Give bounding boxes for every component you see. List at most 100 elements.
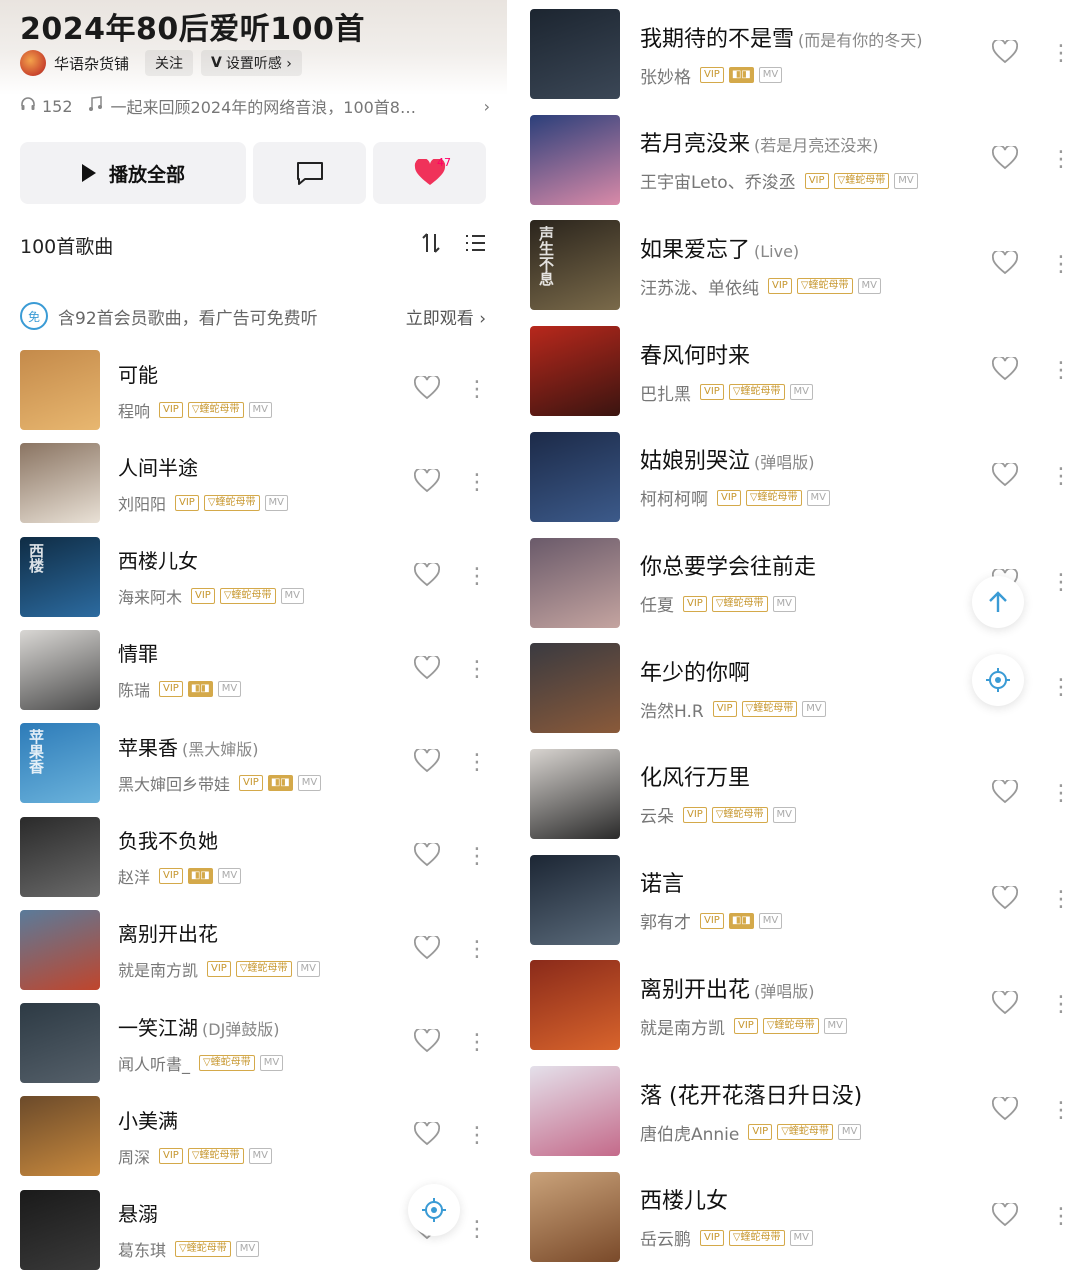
mv-badge[interactable]: MV xyxy=(894,172,918,189)
song-row[interactable]: 情罪 陈瑞 VIP ◧◨ MV ⋮ xyxy=(20,629,488,710)
artist-name[interactable]: 程响 xyxy=(118,398,150,422)
album-cover[interactable] xyxy=(20,816,100,897)
mv-badge[interactable]: MV xyxy=(857,278,881,295)
album-cover[interactable]: 西楼 xyxy=(20,536,100,617)
mv-badge[interactable]: MV xyxy=(837,1124,862,1140)
artist-name[interactable]: 黑大婶回乡带娃 xyxy=(118,771,230,795)
album-cover[interactable]: 声生不息 xyxy=(530,220,620,311)
song-row[interactable]: 西楼儿女 岳云鹏 VIP ▽蝰蛇母带 MV ⋮ xyxy=(530,1171,1072,1263)
heart-outline-icon[interactable] xyxy=(413,934,441,964)
album-cover[interactable] xyxy=(530,9,620,99)
more-options-icon[interactable]: ⋮ xyxy=(1050,888,1072,911)
more-options-icon[interactable]: ⋮ xyxy=(1050,148,1072,171)
mv-badge[interactable]: MV xyxy=(772,595,796,612)
album-cover[interactable] xyxy=(530,326,620,417)
more-options-icon[interactable]: ⋮ xyxy=(1050,994,1072,1016)
song-row[interactable]: 一笑江湖 (DJ弹鼓版) 闻人听書_ ▽蝰蛇母带 MV ⋮ xyxy=(20,1003,488,1084)
creator-avatar[interactable] xyxy=(20,50,46,76)
heart-outline-icon[interactable] xyxy=(413,1027,441,1057)
mv-badge[interactable]: MV xyxy=(280,588,305,605)
favorite-button[interactable]: 47 xyxy=(373,142,486,204)
song-row[interactable]: 声生不息 如果爱忘了 (Live) 汪苏泷、单依纯 VIP ▽蝰蛇母带 MV ⋮ xyxy=(530,219,1072,311)
more-options-icon[interactable]: ⋮ xyxy=(466,658,488,681)
locate-current-button[interactable] xyxy=(408,1184,460,1236)
artist-name[interactable]: 岳云鹏 xyxy=(640,1225,691,1250)
more-options-icon[interactable]: ⋮ xyxy=(466,1125,488,1147)
album-cover[interactable] xyxy=(530,854,620,945)
song-row[interactable]: 苹果香 苹果香 (黑大婶版) 黑大婶回乡带娃 VIP ◧◨ MV ⋮ xyxy=(20,723,488,804)
song-row[interactable]: 负我不负她 赵洋 VIP ◧◨ MV ⋮ xyxy=(20,816,488,897)
song-row[interactable]: 可能 程响 VIP ▽蝰蛇母带 MV ⋮ xyxy=(20,350,488,430)
heart-outline-icon[interactable] xyxy=(991,355,1019,385)
song-row[interactable]: 小美满 周深 VIP ▽蝰蛇母带 MV ⋮ xyxy=(20,1096,488,1177)
artist-name[interactable]: 郭有才 xyxy=(640,908,691,933)
more-options-icon[interactable]: ⋮ xyxy=(1050,571,1072,594)
more-options-icon[interactable]: ⋮ xyxy=(1050,360,1072,382)
mv-badge[interactable]: MV xyxy=(217,868,242,884)
scroll-top-button[interactable] xyxy=(972,576,1024,628)
heart-outline-icon[interactable] xyxy=(991,461,1019,491)
more-options-icon[interactable]: ⋮ xyxy=(466,752,488,774)
locate-current-button-right[interactable] xyxy=(972,654,1024,706)
artist-name[interactable]: 周深 xyxy=(118,1144,150,1168)
sound-preference-button[interactable]: V 设置听感 › xyxy=(201,50,302,76)
album-cover[interactable] xyxy=(20,909,100,990)
mv-badge[interactable]: MV xyxy=(259,1054,284,1071)
heart-outline-icon[interactable] xyxy=(991,1095,1019,1125)
song-row[interactable]: 人间半途 刘阳阳 VIP ▽蝰蛇母带 MV ⋮ xyxy=(20,443,488,524)
vip-promo-bar[interactable]: 免 含92首会员歌曲，看广告可免费听 立即观看 › xyxy=(20,302,486,330)
watch-ad-link[interactable]: 立即观看 › xyxy=(406,304,486,329)
heart-outline-icon[interactable] xyxy=(991,1201,1019,1231)
heart-outline-icon[interactable] xyxy=(413,467,441,497)
song-row[interactable]: 离别开出花 (弹唱版) 就是南方凯 VIP ▽蝰蛇母带 MV ⋮ xyxy=(530,959,1072,1051)
mv-badge[interactable]: MV xyxy=(806,489,830,506)
more-options-icon[interactable]: ⋮ xyxy=(466,938,488,961)
mv-badge[interactable]: MV xyxy=(235,1241,260,1258)
play-all-button[interactable]: 播放全部 xyxy=(20,142,246,204)
artist-name[interactable]: 海来阿木 xyxy=(118,584,182,608)
playlist-stats[interactable]: 152 一起来回顾2024年的网络音浪，100首8… › xyxy=(20,94,490,118)
mv-badge[interactable]: MV xyxy=(217,681,242,698)
mv-badge[interactable]: MV xyxy=(297,774,322,791)
heart-outline-icon[interactable] xyxy=(991,249,1019,279)
song-row[interactable]: 诺言 郭有才 VIP ◧◨ MV ⋮ xyxy=(530,854,1072,946)
artist-name[interactable]: 赵洋 xyxy=(118,864,150,888)
comment-button[interactable] xyxy=(253,142,366,204)
song-row[interactable]: 我期待的不是雪 (而是有你的冬天) 张妙格 VIP ◧◨ MV ⋮ xyxy=(530,8,1072,100)
song-row[interactable]: 化风行万里 云朵 VIP ▽蝰蛇母带 MV ⋮ xyxy=(530,748,1072,840)
artist-name[interactable]: 唐伯虎Annie xyxy=(640,1120,739,1145)
more-options-icon[interactable]: ⋮ xyxy=(1050,1100,1072,1122)
album-cover[interactable] xyxy=(20,1003,100,1084)
follow-button[interactable]: 关注 xyxy=(145,50,194,76)
mv-badge[interactable]: MV xyxy=(789,1229,813,1246)
artist-name[interactable]: 巴扎黑 xyxy=(640,380,691,405)
heart-outline-icon[interactable] xyxy=(991,778,1019,808)
artist-name[interactable]: 王宇宙Leto、乔浚丞 xyxy=(640,168,796,193)
heart-outline-icon[interactable] xyxy=(991,38,1019,68)
artist-name[interactable]: 陈瑞 xyxy=(118,677,150,701)
mv-badge[interactable]: MV xyxy=(789,384,813,401)
album-cover[interactable]: 苹果香 xyxy=(20,723,100,804)
mv-badge[interactable]: MV xyxy=(248,401,273,418)
mv-badge[interactable]: MV xyxy=(802,701,826,718)
album-cover[interactable] xyxy=(530,114,620,205)
more-options-icon[interactable]: ⋮ xyxy=(466,565,488,588)
more-options-icon[interactable]: ⋮ xyxy=(1050,254,1072,276)
more-options-icon[interactable]: ⋮ xyxy=(1050,782,1072,805)
song-row[interactable]: 若月亮没来 (若是月亮还没来) 王宇宙Leto、乔浚丞 VIP ▽蝰蛇母带 MV ⋮ xyxy=(530,114,1072,206)
heart-outline-icon[interactable] xyxy=(413,747,441,777)
artist-name[interactable]: 刘阳阳 xyxy=(118,491,166,515)
album-cover[interactable] xyxy=(530,431,620,522)
album-cover[interactable] xyxy=(20,629,100,710)
heart-outline-icon[interactable] xyxy=(413,840,441,871)
more-options-icon[interactable]: ⋮ xyxy=(1050,465,1072,488)
album-cover[interactable] xyxy=(20,443,100,524)
mv-badge[interactable]: MV xyxy=(248,1147,273,1164)
more-options-icon[interactable]: ⋮ xyxy=(466,1032,488,1054)
heart-outline-icon[interactable] xyxy=(413,561,441,591)
more-options-icon[interactable]: ⋮ xyxy=(466,1218,488,1241)
mv-badge[interactable]: MV xyxy=(264,494,289,511)
album-cover[interactable] xyxy=(20,350,100,430)
artist-name[interactable]: 汪苏泷、单依纯 xyxy=(640,274,759,299)
album-cover[interactable] xyxy=(530,1066,620,1156)
